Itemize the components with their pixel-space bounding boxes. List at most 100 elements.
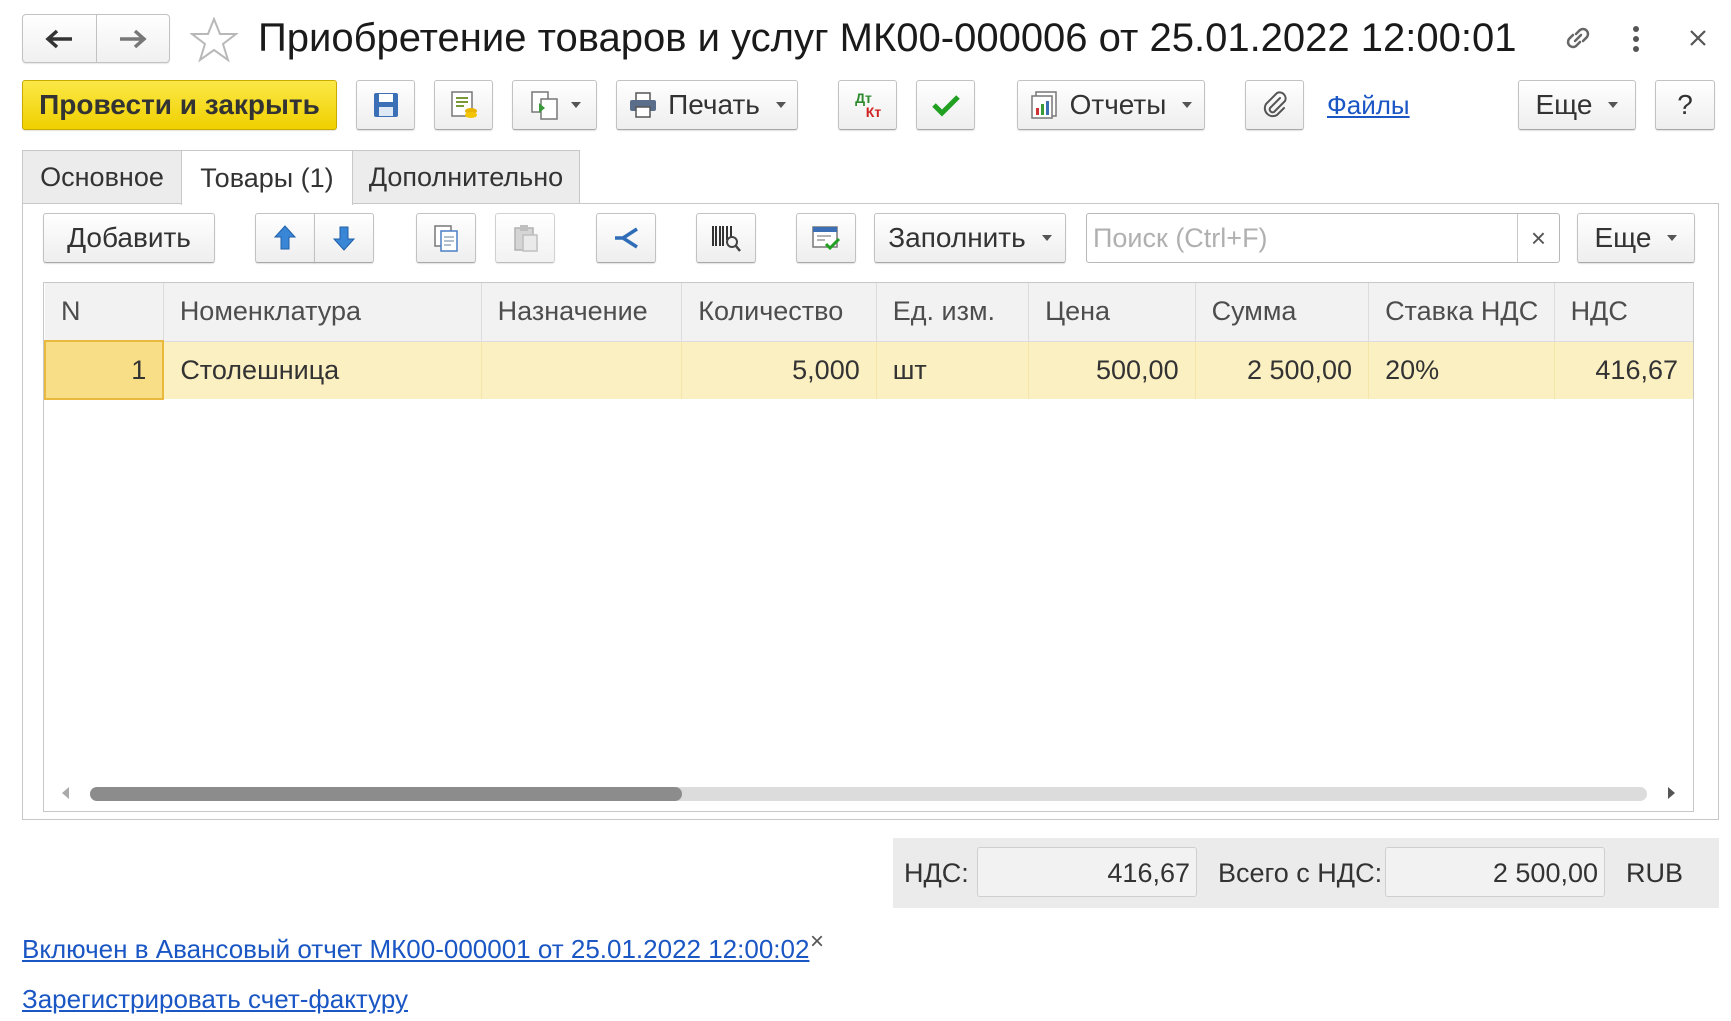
table-more-button[interactable]: Еще [1577,213,1695,263]
scrollbar-thumb[interactable] [90,787,682,801]
column-header[interactable]: Номенклатура [163,283,482,342]
back-arrow-icon [45,29,73,48]
dt-kt-button[interactable]: Дт Кт [838,80,897,130]
post-button[interactable] [434,80,493,130]
files-link[interactable]: Файлы [1327,90,1410,121]
split-line-button[interactable] [596,213,656,263]
reports-button[interactable]: Отчеты [1017,80,1205,130]
table-header: N Номенклатура Назначение Количество Ед.… [45,283,1693,342]
more-label: Еще [1535,89,1593,120]
barcode-search-button[interactable] [696,213,756,263]
currency-label: RUB [1626,858,1684,888]
print-button[interactable]: Печать [616,80,798,130]
fill-button[interactable]: Заполнить [874,213,1066,263]
quantity-cell[interactable]: 5,000 [681,341,877,399]
reports-label: Отчеты [1069,89,1167,120]
item-cell[interactable]: Столешница [163,341,482,399]
reports-icon [1030,90,1060,120]
close-icon[interactable] [1686,26,1710,50]
register-invoice-link[interactable]: Зарегистрировать счет-фактуру [22,984,408,1015]
goods-table: N Номенклатура Назначение Количество Ед.… [43,282,1694,812]
chevron-down-icon [1182,102,1193,108]
horizontal-scrollbar[interactable] [44,773,1693,811]
dt-kt-icon: Дт Кт [854,91,881,119]
grand-total-field: 2 500,00 [1385,847,1605,897]
create-based-on-icon [530,91,558,120]
fill-label: Заполнить [888,222,1026,253]
form-check-icon [812,226,841,251]
more-vertical-icon[interactable] [1628,22,1644,56]
advance-report-link[interactable]: Включен в Авансовый отчет МК00-000001 от… [22,934,809,965]
column-header[interactable]: Цена [1028,283,1196,342]
vat-total-field: 416,67 [977,847,1197,897]
table-more-label: Еще [1594,222,1652,253]
move-up-button[interactable] [255,213,315,263]
select-items-button[interactable] [796,213,856,263]
link-icon[interactable] [1560,20,1596,56]
save-button[interactable] [356,80,415,130]
more-button[interactable]: Еще [1518,80,1636,130]
check-button[interactable] [916,80,975,130]
dismiss-link-button[interactable]: × [810,928,824,956]
paste-icon [514,225,538,252]
purpose-cell[interactable] [481,341,683,399]
sum-cell[interactable]: 2 500,00 [1195,341,1370,399]
copy-button[interactable] [416,213,476,263]
row-number-cell[interactable]: 1 [44,340,165,400]
star-icon[interactable] [190,17,238,63]
vat-cell[interactable]: 416,67 [1554,341,1693,399]
search-box: × [1086,213,1560,263]
chevron-down-icon [570,102,581,108]
save-icon [373,93,398,117]
forward-arrow-icon [119,29,147,48]
print-label: Печать [668,89,760,120]
unit-cell[interactable]: шт [876,341,1030,399]
vat-total-label: НДС: [904,858,969,888]
back-button[interactable] [23,15,96,62]
column-header[interactable]: N [45,283,164,342]
tab-main[interactable]: Основное [22,150,182,204]
attach-button[interactable] [1245,80,1304,130]
scroll-left-icon[interactable] [62,787,69,799]
search-clear-button[interactable]: × [1517,214,1559,262]
chevron-down-icon [1041,235,1052,241]
printer-icon [628,91,658,119]
arrow-down-icon [332,226,356,251]
help-button[interactable]: ? [1655,80,1715,130]
paste-button[interactable] [495,213,555,263]
column-header[interactable]: Сумма [1195,283,1370,342]
chevron-down-icon [1667,235,1678,241]
grand-total-label: Всего с НДС: [1218,858,1383,888]
tab-goods[interactable]: Товары (1) [181,150,353,205]
paperclip-icon [1263,91,1287,118]
search-input[interactable] [1087,214,1517,262]
column-header[interactable]: Назначение [481,283,683,342]
scroll-right-icon[interactable] [1668,787,1675,799]
vat-rate-cell[interactable]: 20% [1368,341,1555,399]
move-down-button[interactable] [314,213,374,263]
forward-button[interactable] [95,15,170,62]
chevron-down-icon [775,102,786,108]
copy-icon [434,225,458,252]
dt-label: Дт [855,90,872,106]
add-button[interactable]: Добавить [43,213,215,263]
totals-bar: НДС: 416,67 Всего с НДС: 2 500,00 RUB [893,838,1719,908]
barcode-icon [712,226,741,252]
navigation-buttons [22,14,170,63]
page-title: Приобретение товаров и услуг МК00-000006… [258,16,1517,60]
column-header[interactable]: НДС [1554,283,1693,342]
split-icon [615,227,638,249]
column-header[interactable]: Ед. изм. [876,283,1030,342]
post-and-close-button[interactable]: Провести и закрыть [22,80,337,130]
column-header[interactable]: Ставка НДС [1368,283,1555,342]
checkmark-icon [931,95,960,117]
column-header[interactable]: Количество [681,283,877,342]
price-cell[interactable]: 500,00 [1028,341,1196,399]
arrow-up-icon [273,225,297,250]
post-document-icon [450,91,477,118]
kt-label: Кт [865,104,882,120]
create-based-on-button[interactable] [512,80,597,130]
table-row[interactable]: 1 Столешница 5,000 шт 500,00 2 500,00 20… [44,340,1693,400]
chevron-down-icon [1608,102,1619,108]
tab-additional[interactable]: Дополнительно [352,150,580,204]
